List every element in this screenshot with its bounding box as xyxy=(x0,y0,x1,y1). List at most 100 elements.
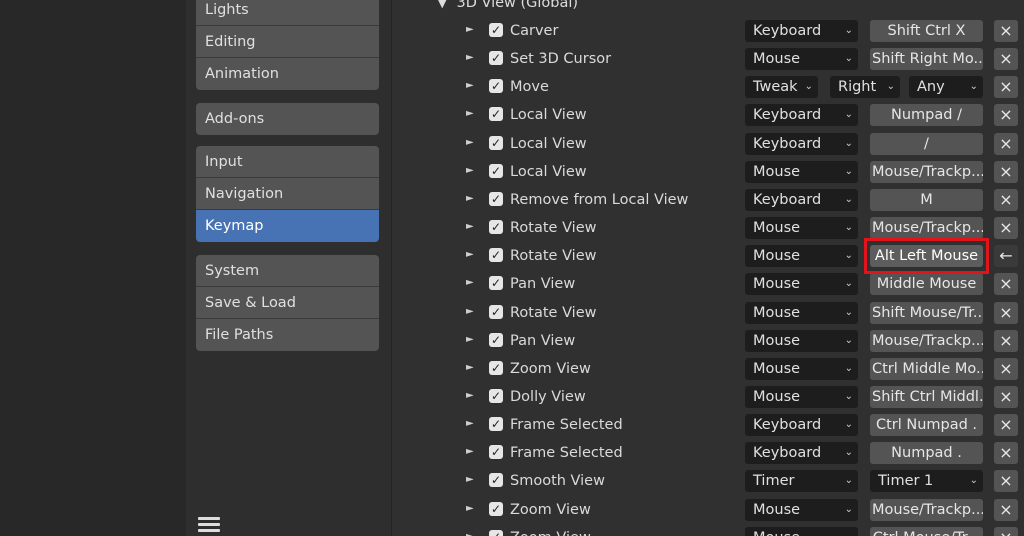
key-binding-button[interactable]: Middle Mouse xyxy=(870,273,983,295)
enable-checkbox[interactable]: ✓ xyxy=(489,333,503,347)
remove-icon[interactable]: × xyxy=(994,48,1018,70)
event-type-dropdown[interactable]: Keyboard ⌄ xyxy=(745,133,858,155)
sidebar-item-add-ons[interactable]: Add-ons xyxy=(196,103,379,135)
enable-checkbox[interactable]: ✓ xyxy=(489,445,503,459)
sidebar-item-system[interactable]: System xyxy=(196,255,379,287)
key-binding-button[interactable]: Shift Ctrl Middl... xyxy=(870,386,983,408)
expand-icon[interactable]: ► xyxy=(466,362,474,373)
remove-icon[interactable]: × xyxy=(994,470,1018,492)
remove-icon[interactable]: × xyxy=(994,189,1018,211)
remove-icon[interactable]: × xyxy=(994,442,1018,464)
event-type-dropdown[interactable]: Mouse⌄ xyxy=(745,499,858,521)
event-type-dropdown[interactable]: Mouse⌄ xyxy=(745,386,858,408)
enable-checkbox[interactable]: ✓ xyxy=(489,248,503,262)
expand-icon[interactable]: ► xyxy=(466,503,474,514)
remove-icon[interactable]: × xyxy=(994,499,1018,521)
expand-icon[interactable]: ► xyxy=(466,24,474,35)
event-type-dropdown[interactable]: Tweak ⌄ xyxy=(745,76,818,98)
hamburger-menu-icon[interactable] xyxy=(198,514,220,536)
event-type-dropdown[interactable]: Mouse⌄ xyxy=(745,217,858,239)
expand-icon[interactable]: ► xyxy=(466,474,474,485)
sidebar-item-file-paths[interactable]: File Paths xyxy=(196,319,379,351)
enable-checkbox[interactable]: ✓ xyxy=(489,361,503,375)
sidebar-item-input[interactable]: Input xyxy=(196,146,379,178)
event-type-dropdown[interactable]: Mouse⌄ xyxy=(745,302,858,324)
key-binding-button[interactable]: Ctrl Middle Mo... xyxy=(870,358,983,380)
enable-checkbox[interactable]: ✓ xyxy=(489,23,503,37)
sidebar-item-animation[interactable]: Animation xyxy=(196,58,379,90)
enable-checkbox[interactable]: ✓ xyxy=(489,107,503,121)
event-type-dropdown[interactable]: Keyboard ⌄ xyxy=(745,189,858,211)
key-binding-button[interactable]: Mouse/Trackp... xyxy=(870,217,983,239)
remove-icon[interactable]: × xyxy=(994,273,1018,295)
event-type-dropdown[interactable]: Mouse⌄ xyxy=(745,245,858,267)
key-binding-button[interactable]: Numpad . xyxy=(870,442,983,464)
remove-icon[interactable]: × xyxy=(994,302,1018,324)
sidebar-item-navigation[interactable]: Navigation xyxy=(196,178,379,210)
remove-icon[interactable]: × xyxy=(994,414,1018,436)
enable-checkbox[interactable]: ✓ xyxy=(489,192,503,206)
section-header-3d-view-global[interactable]: ▼ 3D View (Global) xyxy=(438,0,578,12)
key-binding-button[interactable]: Ctrl Mouse/Tr... xyxy=(870,527,983,536)
expand-icon[interactable]: ► xyxy=(466,334,474,345)
remove-icon[interactable]: × xyxy=(994,133,1018,155)
enable-checkbox[interactable]: ✓ xyxy=(489,305,503,319)
tweak-direction-dropdown[interactable]: Right ⌄ xyxy=(830,76,900,98)
expand-icon[interactable]: ► xyxy=(466,165,474,176)
key-binding-button[interactable]: Numpad / xyxy=(870,104,983,126)
expand-icon[interactable]: ► xyxy=(466,306,474,317)
enable-checkbox[interactable]: ✓ xyxy=(489,164,503,178)
key-binding-button[interactable]: / xyxy=(870,133,983,155)
sidebar-item-keymap[interactable]: Keymap xyxy=(196,210,379,242)
sidebar-item-lights[interactable]: Lights xyxy=(196,0,379,26)
key-dropdown[interactable]: Timer 1 ⌄ xyxy=(870,470,983,492)
event-type-dropdown[interactable]: Mouse⌄ xyxy=(745,358,858,380)
back-arrow-icon[interactable]: ← xyxy=(994,245,1018,267)
enable-checkbox[interactable]: ✓ xyxy=(489,502,503,516)
event-type-dropdown[interactable]: Mouse⌄ xyxy=(745,330,858,352)
key-binding-button[interactable]: Ctrl Numpad . xyxy=(870,414,983,436)
remove-icon[interactable]: × xyxy=(994,386,1018,408)
key-binding-button[interactable]: Shift Right Mo... xyxy=(870,48,983,70)
event-type-dropdown[interactable]: Keyboard ⌄ xyxy=(745,104,858,126)
expand-icon[interactable]: ► xyxy=(466,390,474,401)
expand-icon[interactable]: ► xyxy=(466,108,474,119)
key-binding-button[interactable]: M xyxy=(870,189,983,211)
key-binding-button[interactable]: Shift Mouse/Tr... xyxy=(870,302,983,324)
event-type-dropdown[interactable]: Mouse⌄ xyxy=(745,527,858,536)
expand-icon[interactable]: ► xyxy=(466,277,474,288)
enable-checkbox[interactable]: ✓ xyxy=(489,417,503,431)
enable-checkbox[interactable]: ✓ xyxy=(489,79,503,93)
expand-icon[interactable]: ► xyxy=(466,418,474,429)
expand-icon[interactable]: ► xyxy=(466,221,474,232)
enable-checkbox[interactable]: ✓ xyxy=(489,220,503,234)
enable-checkbox[interactable]: ✓ xyxy=(489,389,503,403)
expand-icon[interactable]: ► xyxy=(466,137,474,148)
enable-checkbox[interactable]: ✓ xyxy=(489,136,503,150)
remove-icon[interactable]: × xyxy=(994,104,1018,126)
event-type-dropdown[interactable]: Mouse⌄ xyxy=(745,48,858,70)
remove-icon[interactable]: × xyxy=(994,527,1018,536)
expand-icon[interactable]: ► xyxy=(466,249,474,260)
remove-icon[interactable]: × xyxy=(994,330,1018,352)
event-type-dropdown[interactable]: Mouse⌄ xyxy=(745,273,858,295)
remove-icon[interactable]: × xyxy=(994,20,1018,42)
enable-checkbox[interactable]: ✓ xyxy=(489,473,503,487)
tweak-value-dropdown[interactable]: Any ⌄ xyxy=(909,76,983,98)
expand-icon[interactable]: ► xyxy=(466,52,474,63)
key-binding-button[interactable]: Mouse/Trackp... xyxy=(870,330,983,352)
remove-icon[interactable]: × xyxy=(994,358,1018,380)
enable-checkbox[interactable]: ✓ xyxy=(489,530,503,536)
key-binding-button[interactable]: Mouse/Trackp... xyxy=(870,161,983,183)
event-type-dropdown[interactable]: Timer ⌄ xyxy=(745,470,858,492)
enable-checkbox[interactable]: ✓ xyxy=(489,51,503,65)
event-type-dropdown[interactable]: Keyboard ⌄ xyxy=(745,414,858,436)
event-type-dropdown[interactable]: Keyboard ⌄ xyxy=(745,442,858,464)
expand-icon[interactable]: ► xyxy=(466,531,474,536)
key-binding-button[interactable]: Alt Left Mouse xyxy=(870,245,983,267)
sidebar-item-editing[interactable]: Editing xyxy=(196,26,379,58)
event-type-dropdown[interactable]: Keyboard ⌄ xyxy=(745,20,858,42)
key-binding-button[interactable]: Shift Ctrl X xyxy=(870,20,983,42)
expand-icon[interactable]: ► xyxy=(466,193,474,204)
sidebar-item-save-load[interactable]: Save & Load xyxy=(196,287,379,319)
